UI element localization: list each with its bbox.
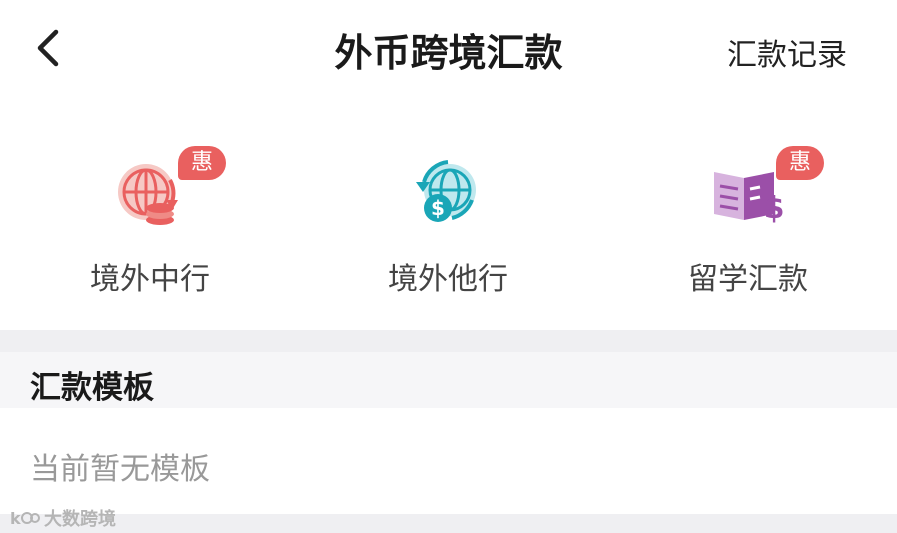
globe-dollar-icon: $	[416, 160, 476, 222]
discount-badge: 惠	[178, 146, 226, 180]
svg-text:k: k	[10, 509, 21, 528]
empty-state-text: 当前暂无模板	[30, 452, 210, 487]
service-other-banks[interactable]: $ 境外他行	[298, 140, 598, 310]
service-study-abroad[interactable]: $ 惠 留学汇款	[598, 140, 897, 310]
watermark-logo-icon: k	[10, 509, 40, 528]
service-label: 境外中行	[90, 262, 210, 297]
watermark-text: 大数跨境	[44, 509, 116, 530]
chevron-left-icon	[37, 29, 59, 67]
templates-empty-state: 当前暂无模板	[0, 408, 897, 514]
section-title: 汇款模板	[30, 370, 154, 406]
service-boc-overseas[interactable]: 惠 境外中行	[0, 140, 300, 310]
remittance-records-link[interactable]: 汇款记录	[727, 30, 847, 74]
discount-badge: 惠	[776, 146, 824, 180]
svg-text:$: $	[764, 191, 785, 226]
watermark: k 大数跨境	[10, 505, 116, 531]
section-divider	[0, 330, 897, 352]
templates-section-header: 汇款模板	[0, 352, 897, 408]
service-label: 境外他行	[388, 262, 508, 297]
service-grid: 惠 境外中行 $ 境外他行 $ 惠 留学汇款	[0, 100, 897, 330]
service-label: 留学汇款	[688, 262, 808, 297]
back-button[interactable]	[28, 26, 72, 70]
top-bar: 外币跨境汇款 汇款记录	[0, 0, 897, 100]
bottom-divider	[0, 514, 897, 533]
svg-text:$: $	[431, 196, 445, 220]
